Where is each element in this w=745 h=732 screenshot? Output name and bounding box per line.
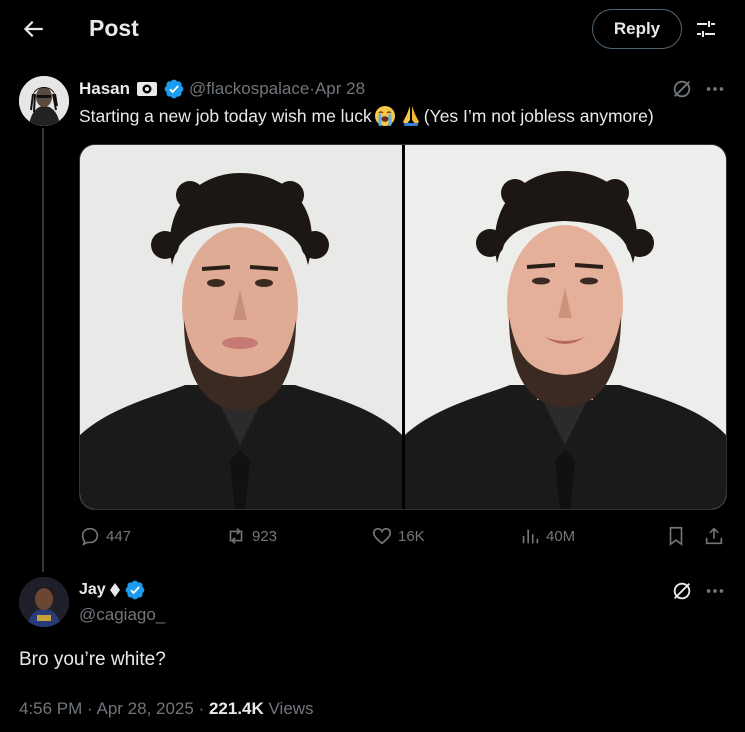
top-bar: Post Reply [0, 0, 745, 58]
arrow-left-icon[interactable] [20, 16, 46, 42]
affiliate-badge-icon [137, 82, 158, 96]
views-count: 221.4K [208, 699, 264, 718]
post-full-date[interactable]: Apr 28, 2025 [96, 699, 193, 718]
portrait-photo-neutral [80, 145, 402, 509]
thread-line [42, 128, 44, 572]
author-name[interactable]: Hasan [79, 79, 130, 99]
view-count: 40M [546, 527, 576, 545]
separator-dot: · [193, 699, 209, 718]
post-actions: 447 923 16K 40M [79, 522, 727, 552]
grok-icon[interactable] [671, 580, 693, 602]
like-count: 16K [398, 527, 425, 545]
bookmark-action[interactable] [665, 525, 692, 547]
verified-badge-icon [125, 580, 145, 600]
folded-hands-icon [402, 106, 419, 126]
like-action[interactable]: 16K [371, 525, 425, 547]
repost-icon [229, 528, 243, 544]
more-icon[interactable] [704, 78, 726, 100]
author-handle[interactable]: @flackospalace [189, 79, 309, 99]
author-avatar-image [19, 76, 69, 126]
grok-icon[interactable] [671, 78, 693, 100]
reply-author-line: Jay [79, 579, 146, 601]
post-text-part2: (Yes I’m not jobless anymore) [423, 105, 654, 126]
media-grid [79, 144, 727, 510]
post-date[interactable]: Apr 28 [315, 79, 365, 99]
avatar[interactable] [19, 577, 69, 627]
repost-action[interactable]: 923 [225, 525, 277, 547]
views-action[interactable]: 40M [519, 525, 575, 547]
bookmark-icon [669, 526, 683, 546]
heart-icon [372, 527, 392, 545]
post-text: Starting a new job today wish me luck (Y… [79, 104, 654, 128]
reply-button[interactable]: Reply [592, 9, 682, 49]
diamond-suit-icon [109, 583, 120, 597]
share-action[interactable] [703, 525, 730, 547]
author-line: Hasan @flackospalace · Apr 28 [79, 77, 365, 101]
reply-count: 447 [106, 527, 132, 545]
reply-author-avatar-image [19, 577, 69, 627]
loudly-crying-face-icon [374, 106, 395, 126]
verified-badge-icon [164, 79, 184, 99]
analytics-icon [522, 529, 539, 544]
post-image-2[interactable] [405, 145, 726, 509]
reply-author-handle[interactable]: @cagiago_ [79, 605, 165, 625]
separator-dot: · [82, 699, 97, 718]
reply-author-name[interactable]: Jay [79, 581, 106, 599]
page-title: Post [89, 15, 139, 41]
avatar[interactable] [19, 76, 69, 126]
reply-text: Bro you’re white? [19, 649, 166, 670]
post-text-part1: Starting a new job today wish me luck [79, 105, 372, 126]
more-icon[interactable] [704, 580, 726, 602]
post-metadata: 4:56 PM · Apr 28, 2025 · 221.4K Views [19, 699, 314, 719]
views-label: Views [263, 699, 314, 718]
post-image-1[interactable] [80, 145, 402, 509]
portrait-photo-smiling [405, 145, 726, 509]
post-time[interactable]: 4:56 PM [19, 699, 82, 718]
reply-action[interactable]: 447 [79, 525, 131, 547]
sliders-icon[interactable] [694, 17, 718, 41]
repost-count: 923 [252, 527, 278, 545]
reply-icon [81, 527, 99, 546]
share-icon [705, 527, 723, 545]
